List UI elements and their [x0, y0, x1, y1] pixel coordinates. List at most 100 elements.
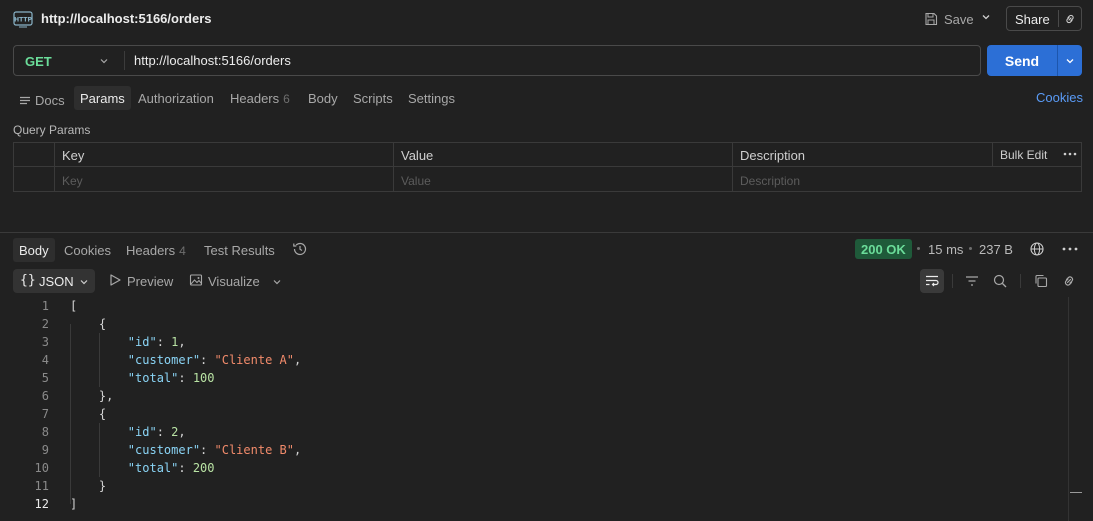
send-options-chevron-down-icon[interactable] — [1065, 56, 1075, 66]
code-line: 7 { — [0, 405, 1068, 423]
line-number: 5 — [41, 371, 49, 385]
copy-icon[interactable] — [1033, 273, 1049, 289]
code-line: 6 }, — [0, 387, 1068, 405]
share-divider — [1058, 10, 1059, 27]
description-input[interactable]: Description — [732, 168, 1072, 192]
code-line: 11 } — [0, 477, 1068, 495]
tab-label: Params — [80, 91, 125, 106]
line-number: 2 — [41, 317, 49, 331]
code-text: { — [70, 317, 107, 331]
tab-scripts[interactable]: Scripts — [347, 86, 399, 110]
save-options-chevron-down-icon[interactable] — [980, 11, 992, 23]
chevron-down-icon[interactable] — [272, 277, 282, 287]
http-badge-icon: HTTP — [13, 9, 33, 29]
code-line: 9 "customer": "Cliente B", — [0, 441, 1068, 459]
toolbar-divider — [952, 274, 953, 288]
send-button[interactable]: Send — [987, 53, 1057, 69]
response-size[interactable]: 237 B — [979, 242, 1013, 257]
code-line: 2 { — [0, 315, 1068, 333]
tab-settings[interactable]: Settings — [402, 86, 461, 110]
line-number: 6 — [41, 389, 49, 403]
save-button[interactable]: Save — [920, 8, 978, 30]
search-icon[interactable] — [992, 273, 1008, 289]
code-line: 10 "total": 200 — [0, 459, 1068, 477]
toolbar-divider — [1020, 274, 1021, 288]
code-text: "total": 100 — [127, 371, 215, 385]
code-text: "id": 1, — [127, 335, 186, 349]
docs-icon — [19, 95, 31, 107]
scrollbar-thumb[interactable] — [1070, 492, 1082, 493]
code-text: "customer": "Cliente B", — [127, 443, 302, 457]
response-tab-test-results[interactable]: Test Results — [198, 238, 281, 262]
url-input[interactable]: http://localhost:5166/orders — [134, 53, 291, 68]
tab-authorization[interactable]: Authorization — [132, 86, 220, 110]
more-icon[interactable] — [1054, 143, 1078, 167]
wrap-lines-button[interactable] — [920, 269, 944, 293]
filter-icon[interactable] — [964, 273, 980, 289]
value-input[interactable]: Value — [393, 168, 732, 192]
code-text: [ — [70, 299, 78, 313]
response-body-code[interactable]: 1 [ 2 { 3 "id": 1, 4 "customer": "Client… — [0, 297, 1068, 521]
response-tab-headers[interactable]: Headers 4 — [120, 238, 192, 262]
separator-dot — [917, 247, 920, 250]
line-number: 4 — [41, 353, 49, 367]
tab-label: Body — [308, 91, 338, 106]
line-number: 12 — [34, 497, 49, 511]
preview-icon[interactable] — [108, 273, 122, 287]
share-button[interactable]: Share — [1015, 12, 1050, 27]
visualize-icon[interactable] — [189, 273, 203, 287]
globe-icon[interactable] — [1029, 241, 1045, 257]
tab-docs[interactable]: Docs — [13, 86, 71, 110]
code-line: 4 "customer": "Cliente A", — [0, 351, 1068, 369]
preview-button[interactable]: Preview — [127, 274, 173, 289]
save-label: Save — [944, 11, 974, 27]
scrollbar-track[interactable] — [1068, 297, 1069, 521]
code-line: 8 "id": 2, — [0, 423, 1068, 441]
column-header-description: Description — [740, 148, 806, 163]
query-params-table: Key Value Description Bulk Edit Key Valu… — [13, 142, 1082, 192]
link-icon[interactable] — [1061, 273, 1077, 289]
headers-count: 6 — [283, 92, 290, 106]
format-select[interactable]: {} JSON — [13, 269, 95, 293]
format-label: JSON — [39, 274, 74, 289]
response-time[interactable]: 15 ms — [928, 242, 963, 257]
request-title[interactable]: http://localhost:5166/orders — [41, 11, 211, 26]
line-number: 3 — [41, 335, 49, 349]
tab-headers[interactable]: Headers 6 — [224, 86, 296, 110]
line-number: 7 — [41, 407, 49, 421]
tab-body[interactable]: Body — [302, 86, 344, 110]
tab-label: Settings — [408, 91, 455, 106]
bulk-edit-button[interactable]: Bulk Edit — [992, 143, 1047, 167]
column-header-key: Key — [62, 148, 85, 163]
code-text: { — [70, 407, 107, 421]
url-bar: GET http://localhost:5166/orders — [13, 45, 981, 76]
copy-link-icon[interactable] — [1063, 12, 1077, 26]
method-select[interactable]: GET — [14, 46, 124, 75]
tab-params[interactable]: Params — [74, 86, 131, 110]
code-line: 5 "total": 100 — [0, 369, 1068, 387]
chevron-down-icon — [79, 277, 89, 287]
status-badge[interactable]: 200 OK — [855, 239, 912, 259]
response-tab-body[interactable]: Body — [13, 238, 55, 262]
table-row: Key Value Description — [14, 168, 1081, 192]
history-icon[interactable] — [292, 241, 308, 257]
braces-icon: {} — [20, 273, 36, 288]
method-label: GET — [25, 54, 52, 69]
tab-label: Headers — [230, 91, 280, 106]
line-number: 9 — [41, 443, 49, 457]
response-tab-cookies[interactable]: Cookies — [58, 238, 117, 262]
tab-label: Body — [19, 243, 49, 258]
more-icon[interactable] — [1061, 241, 1079, 257]
column-header-value: Value — [401, 148, 434, 163]
key-input[interactable]: Key — [54, 168, 393, 192]
send-button-group: Send — [987, 45, 1082, 76]
chevron-down-icon — [99, 56, 109, 66]
cookies-link[interactable]: Cookies — [1036, 90, 1083, 105]
tab-label: Docs — [35, 93, 65, 108]
tab-label: Cookies — [64, 243, 111, 258]
visualize-button[interactable]: Visualize — [208, 274, 260, 289]
pane-divider[interactable] — [0, 232, 1093, 233]
share-button-group: Share — [1006, 6, 1082, 31]
save-icon — [924, 12, 938, 26]
code-text: "id": 2, — [127, 425, 186, 439]
